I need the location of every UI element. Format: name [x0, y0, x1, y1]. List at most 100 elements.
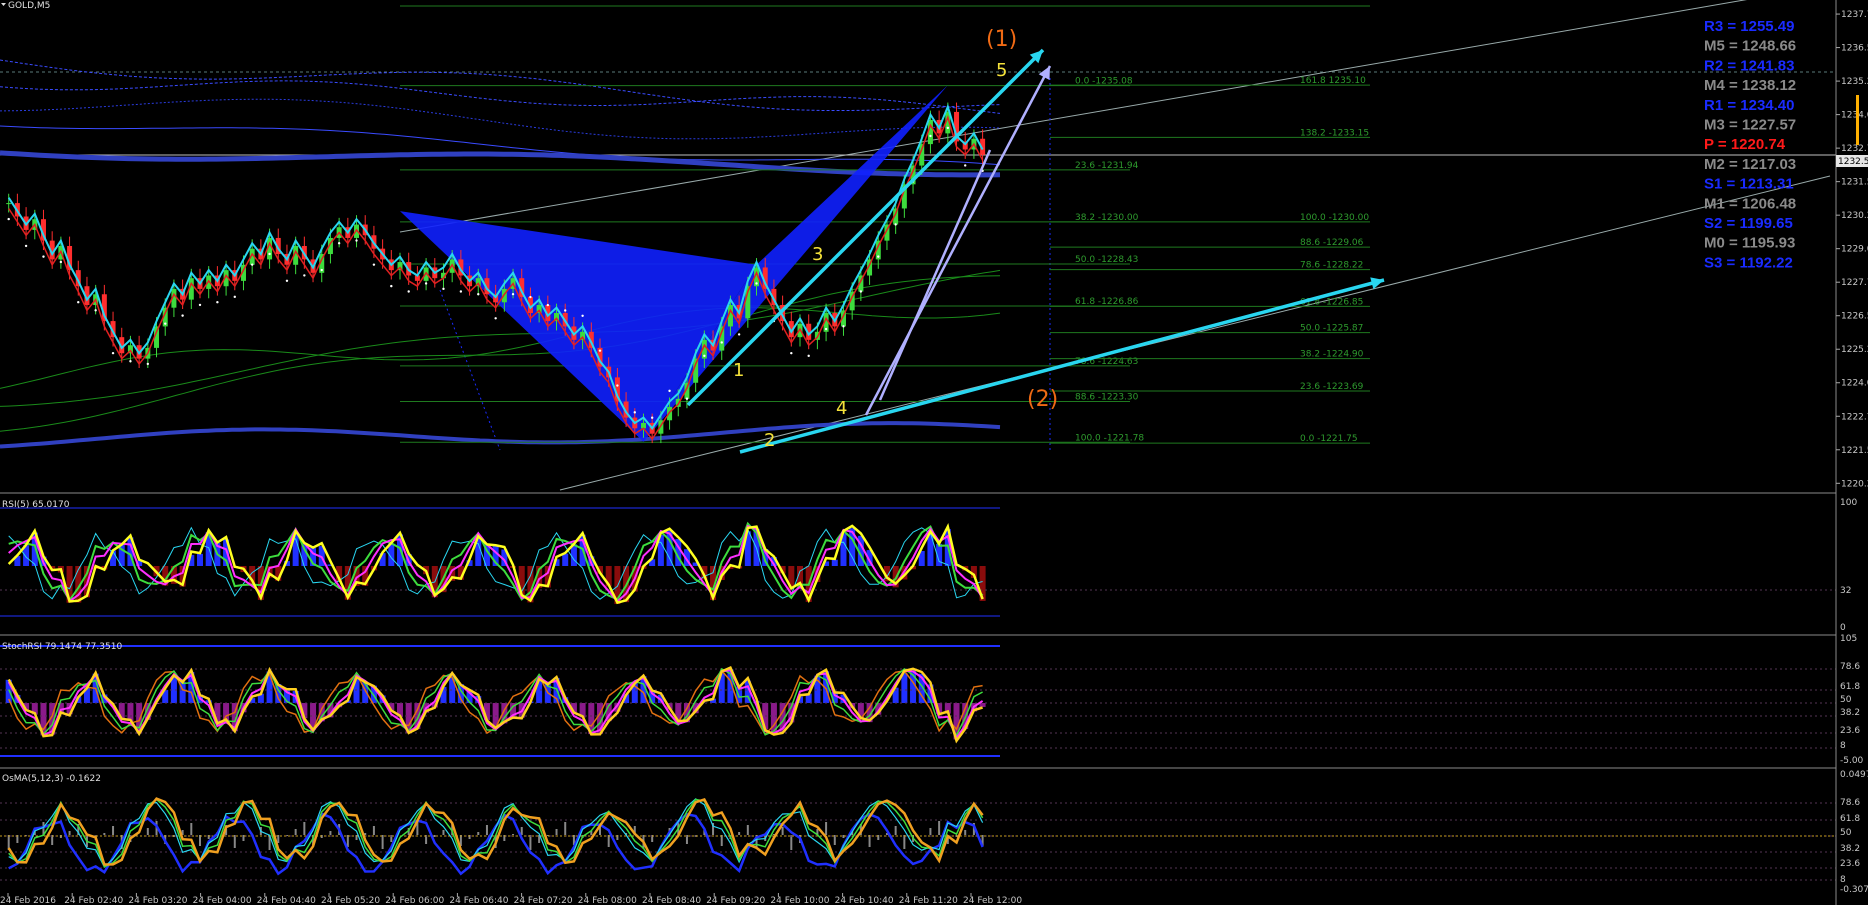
price-tick-label: 1232.75 [1841, 144, 1868, 154]
sar-dot [650, 416, 654, 419]
pivot-level-label: M5 = 1248.66 [1704, 38, 1796, 55]
wave-label-3: 3 [812, 244, 823, 265]
rsi-level-label: 100 [1840, 498, 1857, 508]
sar-dot [77, 301, 80, 304]
stochrsi-level-label: 38.2 [1840, 708, 1860, 718]
osma-title: OsMA(5,12,3) -0.1622 [2, 774, 101, 784]
sar-dot [581, 314, 584, 318]
rsi-histogram-bar [562, 553, 569, 566]
pivot-level-label: R2 = 1241.83 [1704, 57, 1795, 74]
candle-body [6, 203, 12, 205]
time-tick-label: 24 Feb 10:40 [835, 896, 894, 905]
sar-dot [250, 263, 254, 266]
pivot-level-label: S1 = 1213.31 [1704, 176, 1794, 193]
fib-level-label: 50.0 -1225.87 [1300, 324, 1363, 334]
sar-dot [564, 309, 567, 312]
wave-label-2: 2 [764, 430, 775, 451]
stochrsi-level-label: 105 [1840, 634, 1857, 644]
osma-level-label: 8 [1840, 875, 1846, 885]
sar-dot [337, 242, 341, 245]
pivot-level-label: M4 = 1238.12 [1704, 77, 1796, 94]
time-tick-label: 24 Feb 02:40 [64, 896, 123, 905]
price-tick-label: 1229.00 [1841, 245, 1868, 255]
stochrsi-level-label: 78.6 [1840, 662, 1860, 672]
rsi-histogram-bar [831, 559, 838, 566]
time-tick-label: 24 Feb 06:00 [385, 896, 444, 905]
price-tick-label: 1222.75 [1841, 412, 1868, 422]
sar-dot [616, 384, 619, 387]
time-tick-label: 24 Feb 10:00 [770, 896, 829, 905]
wave-label-4: 4 [836, 398, 847, 419]
price-tick-label: 1227.75 [1841, 278, 1868, 288]
pivot-level-label: M3 = 1227.57 [1704, 117, 1796, 134]
fib-level-label: 61.8 -1226.86 [1075, 297, 1139, 307]
sar-dot [511, 292, 515, 296]
osma-level-label: 78.6 [1840, 798, 1860, 808]
fib-level-label: 100.0 -1221.78 [1075, 433, 1144, 443]
pivot-level-label: P = 1220.74 [1704, 136, 1786, 153]
sar-dot [546, 303, 550, 307]
osma-level-label: 50 [1840, 828, 1852, 838]
osma-level-label: 23.6 [1840, 859, 1860, 869]
pivot-level-label: R1 = 1234.40 [1704, 97, 1795, 114]
sar-dot [59, 260, 63, 264]
trading-chart: 0.0 -1235.0823.6 -1231.9438.2 -1230.0050… [0, 0, 1868, 905]
sar-dot [477, 292, 480, 296]
stochrsi-level-label: 61.8 [1840, 682, 1860, 692]
fib-level-label: 38.2 -1224.90 [1300, 350, 1364, 360]
time-tick-label: 24 Feb 08:40 [642, 896, 701, 905]
sar-dot [303, 274, 306, 277]
time-tick-label: 24 Feb 05:20 [321, 896, 380, 905]
rsi-histogram-bar [197, 553, 203, 566]
chart-symbol-title: GOLD,M5 [8, 1, 50, 11]
sar-dot [755, 282, 758, 285]
sar-dot [598, 349, 602, 352]
wave-label-5: 5 [996, 60, 1007, 81]
wave-degree-label-2: (2) [1027, 387, 1058, 412]
fib-level-label: 23.6 -1231.94 [1075, 161, 1139, 171]
time-tick-label: 24 Feb 04:40 [257, 896, 316, 905]
rsi-level-label: 32 [1840, 586, 1851, 596]
stochrsi-histogram-bar [127, 703, 134, 722]
stochrsi-histogram-bar [901, 672, 908, 703]
sar-dot [268, 252, 271, 256]
stochrsi-histogram-bar [979, 703, 986, 707]
fib-level-label: 161.8 1235.10 [1300, 76, 1366, 86]
sar-dot [877, 255, 880, 258]
fib-level-label: 88.6 -1223.30 [1075, 393, 1139, 403]
pivot-level-label: R3 = 1255.49 [1704, 18, 1795, 35]
sar-dot [842, 325, 845, 328]
pivot-level-label: S3 = 1192.22 [1704, 254, 1793, 271]
osma-level-label: 61.8 [1840, 814, 1860, 824]
sar-dot [407, 290, 410, 293]
time-tick-label: 24 Feb 08:00 [578, 896, 637, 905]
wave-degree-label-1: (1) [986, 27, 1017, 52]
time-tick-label: 24 Feb 09:20 [706, 896, 765, 905]
sar-dot [129, 360, 132, 363]
sar-dot [633, 411, 636, 414]
price-tick-label: 1226.50 [1841, 312, 1868, 322]
sar-dot [894, 223, 897, 226]
sar-dot [737, 333, 741, 336]
sar-dot [703, 354, 706, 358]
stochrsi-level-label: 50 [1840, 695, 1852, 705]
sar-dot [285, 279, 289, 282]
osma-level-label: 0.0497 [1840, 770, 1868, 780]
sar-dot [807, 354, 810, 358]
price-tick-label: 1237.75 [1841, 10, 1868, 20]
pivot-level-label: M1 = 1206.48 [1704, 195, 1796, 212]
price-tick-label: 1221.50 [1841, 446, 1868, 456]
time-tick-label: 24 Feb 07:20 [514, 896, 573, 905]
sar-dot [198, 303, 202, 307]
price-tick-label: 1224.00 [1841, 379, 1868, 389]
sar-dot [216, 301, 219, 304]
sar-dot [111, 351, 115, 355]
time-tick-label: 24 Feb 12:00 [963, 896, 1022, 905]
price-tick-label: 1236.50 [1841, 44, 1868, 54]
sar-dot [42, 255, 45, 258]
stochrsi-title: StochRSI 79.1474 77.3510 [2, 642, 122, 652]
rsi-title: RSI(5) 65.0170 [2, 500, 70, 510]
fib-level-label: 100.0 -1230.00 [1300, 213, 1369, 223]
sar-dot [355, 239, 358, 242]
fib-level-label: 88.6 -1229.06 [1300, 238, 1364, 248]
